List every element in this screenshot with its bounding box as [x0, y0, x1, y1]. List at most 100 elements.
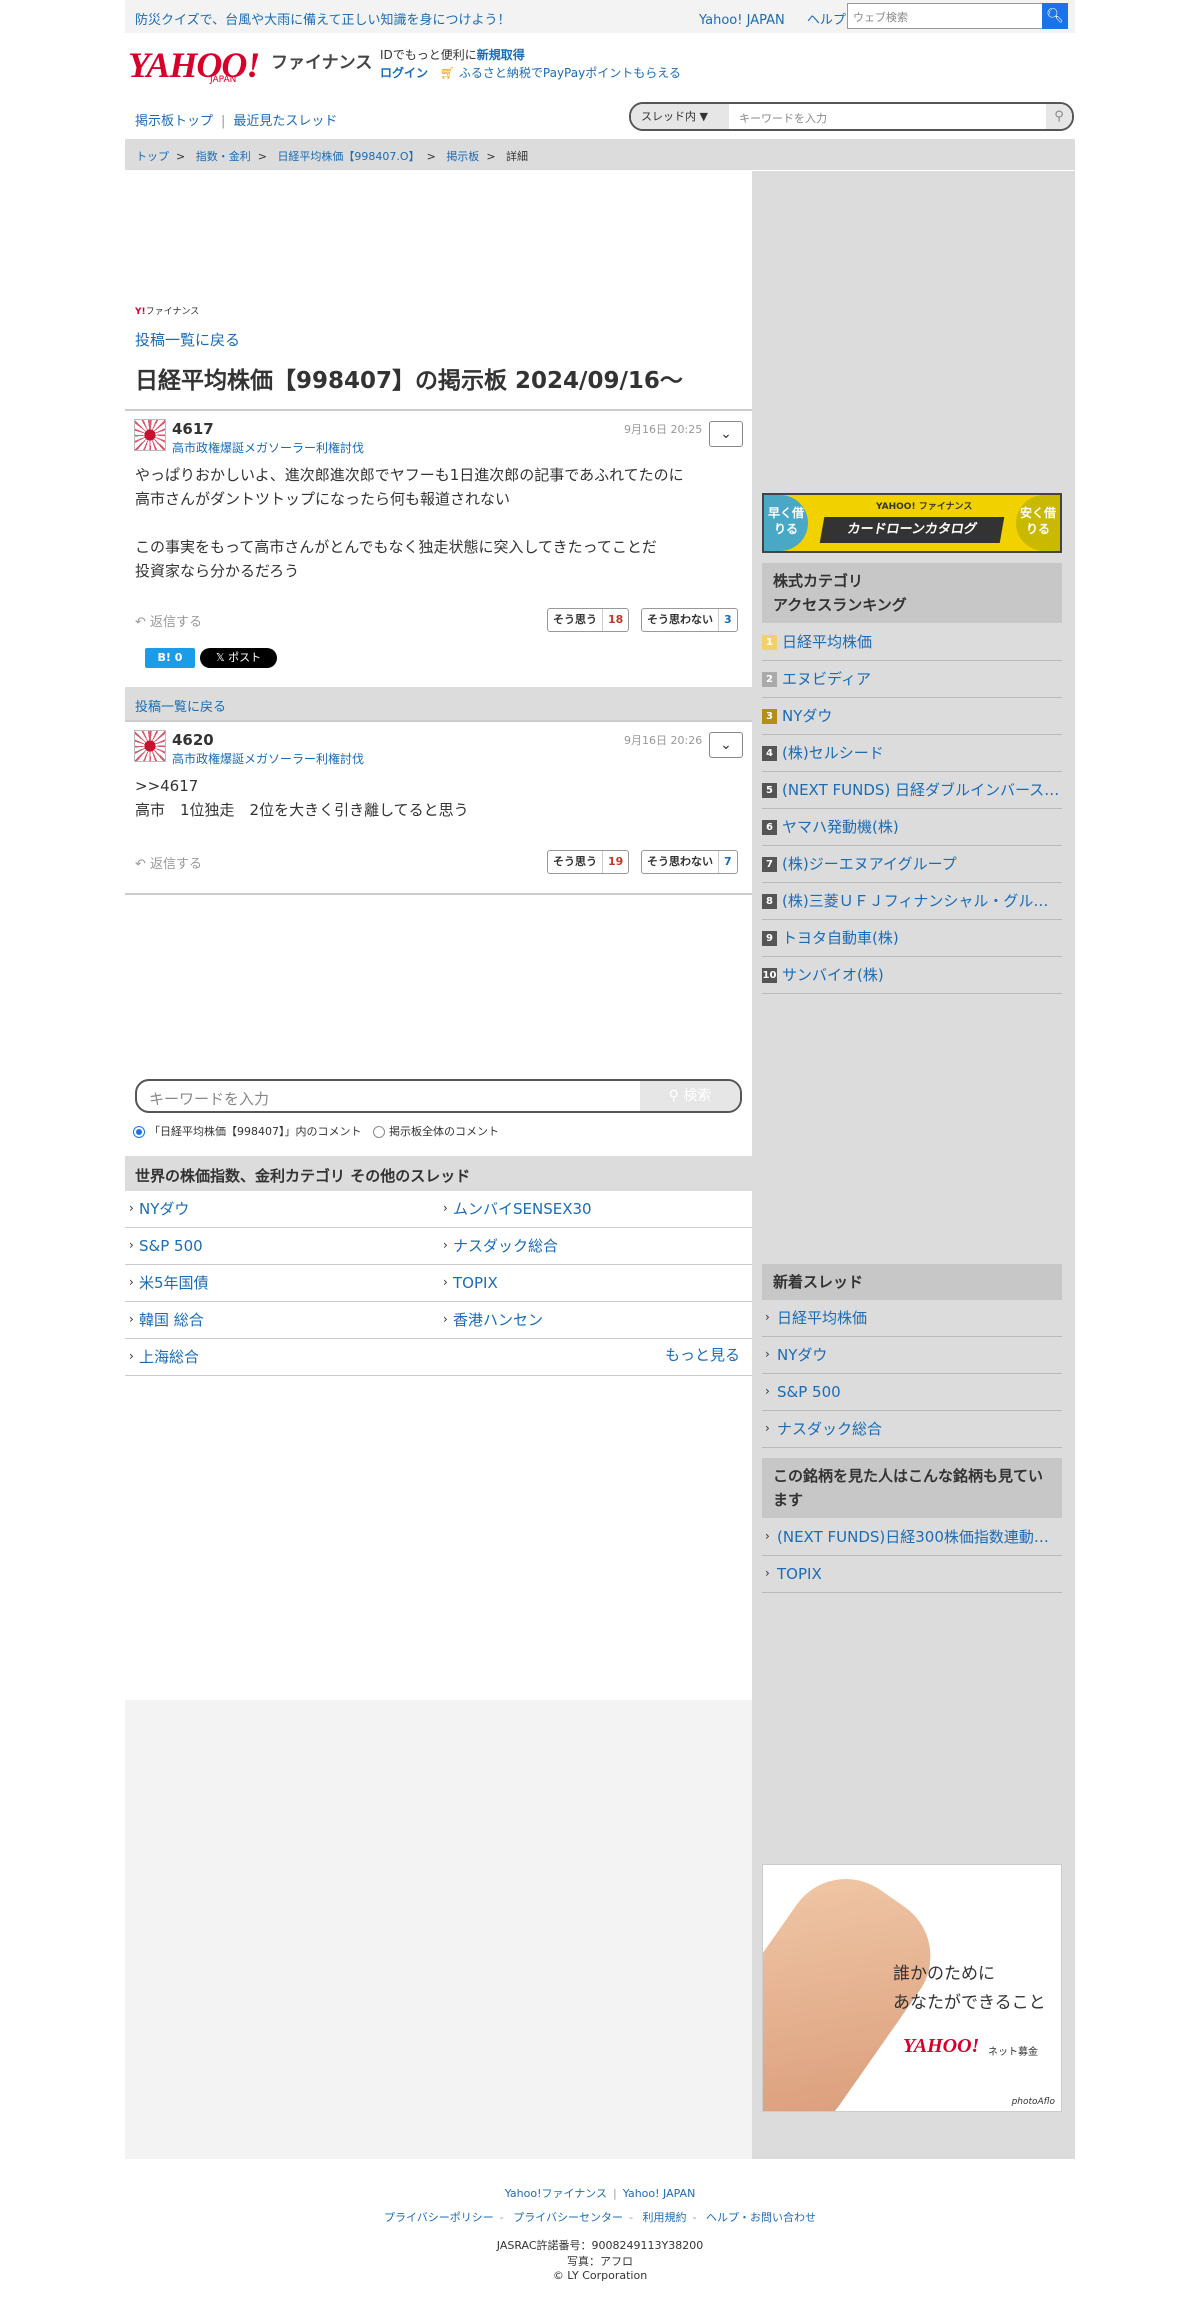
- finance-title[interactable]: ファイナンス: [271, 48, 372, 73]
- reply-button[interactable]: ↶ 返信する: [135, 611, 202, 630]
- footer-photo: 写真：アフロ: [567, 2255, 633, 2268]
- new-thread-link[interactable]: S&P 500: [762, 1374, 1062, 1411]
- reply-label: 返信する: [150, 615, 203, 630]
- breadcrumb-board[interactable]: 掲示板: [446, 150, 479, 163]
- chevron-down-icon: ▼: [699, 110, 708, 123]
- post-user[interactable]: 高市政権爆誕メガソーラー利権討伐: [172, 750, 364, 767]
- rank-number: 10: [762, 968, 777, 983]
- other-thread-link[interactable]: 香港ハンセン: [439, 1301, 752, 1339]
- disagree-count: 3: [718, 609, 737, 631]
- ranking-item[interactable]: 5 (NEXT FUNDS) 日経ダブルインバース上場投信: [762, 772, 1062, 809]
- post-number[interactable]: 4620: [172, 731, 214, 749]
- search-scope-select[interactable]: スレッド内 ▼: [631, 104, 729, 129]
- breadcrumb-nikkei[interactable]: 日経平均株価【998407.O】: [277, 150, 419, 163]
- cardloan-banner[interactable]: 早く借りる YAHOO! ファイナンス カードローンカタログ 安く借りる: [762, 493, 1062, 553]
- ranking-item[interactable]: 7 (株)ジーエヌアイグループ: [762, 846, 1062, 883]
- new-thread-link[interactable]: 日経平均株価: [762, 1300, 1062, 1337]
- other-thread-link[interactable]: NYダウ: [125, 1190, 439, 1228]
- rank-label: トヨタ自動車(株): [782, 929, 899, 947]
- also-viewed-header: この銘柄を見た人はこんな銘柄も見ています: [762, 1458, 1062, 1518]
- rank-label: サンバイオ(株): [782, 966, 884, 984]
- ranking-item[interactable]: 1 日経平均株価: [762, 624, 1062, 661]
- furusato-link[interactable]: ふるさと納税でPayPayポイントもらえる: [459, 66, 681, 80]
- avatar[interactable]: [134, 419, 166, 451]
- board-search-input[interactable]: キーワードを入力: [739, 110, 827, 126]
- agree-button[interactable]: そう思う 19: [547, 850, 630, 874]
- footer-terms-link[interactable]: 利用規約: [643, 2211, 687, 2224]
- other-thread-link[interactable]: 米5年国債: [125, 1264, 439, 1302]
- new-thread-link[interactable]: ナスダック総合: [762, 1411, 1062, 1448]
- footer-policy-links: プライバシーポリシー - プライバシーセンター - 利用規約 - ヘルプ・お問い合わせ: [383, 2211, 816, 2224]
- post-user[interactable]: 高市政権爆誕メガソーラー利権討伐: [172, 439, 364, 456]
- donation-banner[interactable]: 誰かのために あなたができること YAHOO! ネット募金 photoAflo: [762, 1864, 1062, 2112]
- x-post-button[interactable]: 𝕏 ポスト: [200, 648, 277, 668]
- other-thread-link[interactable]: TOPIX: [439, 1264, 752, 1302]
- logo-text: YAHOO!: [128, 45, 260, 85]
- banner-yahoo-logo: YAHOO!: [903, 2035, 980, 2057]
- recent-threads-link[interactable]: 最近見たスレッド: [233, 114, 337, 129]
- logo-sub: JAPAN: [210, 75, 237, 85]
- keyword-search-input[interactable]: キーワードを入力: [149, 1088, 269, 1109]
- board-search: スレッド内 ▼ キーワードを入力 ⚲: [629, 102, 1074, 131]
- ranking-item[interactable]: 3 NYダウ: [762, 698, 1062, 735]
- search-icon[interactable]: ⚲: [1046, 104, 1072, 129]
- signup-link[interactable]: 新規取得: [477, 48, 525, 62]
- new-thread-link[interactable]: NYダウ: [762, 1337, 1062, 1374]
- rank-number: 4: [762, 746, 777, 761]
- other-thread-link[interactable]: ムンバイSENSEX30: [439, 1190, 752, 1228]
- also-viewed-link[interactable]: TOPIX: [762, 1556, 1062, 1593]
- also-viewed-link[interactable]: (NEXT FUNDS)日経300株価指数連動型上場投信: [762, 1519, 1062, 1556]
- post-date: 9月16日 20:26: [624, 734, 703, 747]
- agree-count: 19: [602, 851, 628, 873]
- other-thread-link[interactable]: 韓国 総合: [125, 1301, 439, 1339]
- ranking-item[interactable]: 4 (株)セルシード: [762, 735, 1062, 772]
- footer-privacy-link[interactable]: プライバシーポリシー: [384, 2211, 494, 2224]
- chevron-down-icon[interactable]: ⌄: [709, 732, 743, 758]
- footer-yfin-link[interactable]: Yahoo!ファイナンス: [505, 2187, 607, 2200]
- breadcrumb-top[interactable]: トップ: [136, 150, 169, 163]
- disagree-button[interactable]: そう思わない 7: [641, 850, 738, 874]
- board-top-link[interactable]: 掲示板トップ: [135, 114, 213, 129]
- footer-copyright: © LY Corporation: [552, 2269, 648, 2282]
- search-button-label: 検索: [683, 1088, 712, 1104]
- cardloan-title: カードローンカタログ: [819, 517, 1005, 543]
- other-thread-link[interactable]: 上海総合: [125, 1338, 752, 1376]
- ranking-item[interactable]: 9 トヨタ自動車(株): [762, 920, 1062, 957]
- agree-label: そう思う: [553, 855, 597, 868]
- radio-thread[interactable]: [133, 1126, 145, 1138]
- agree-label: そう思う: [553, 613, 597, 626]
- ranking-item[interactable]: 10 サンバイオ(株): [762, 957, 1062, 994]
- ranking-item[interactable]: 6 ヤマハ発動機(株): [762, 809, 1062, 846]
- brand-small: ファイナンス: [145, 307, 200, 317]
- footer-yj-link[interactable]: Yahoo! JAPAN: [623, 2187, 696, 2200]
- radio-all[interactable]: [373, 1126, 385, 1138]
- yahoo-logo[interactable]: YAHOO! JAPAN: [128, 44, 268, 85]
- post-number[interactable]: 4617: [172, 420, 214, 438]
- ad-area: [125, 1700, 752, 2159]
- login-row: ログイン 🛒︎ ふるさと納税でPayPayポイントもらえる: [380, 64, 681, 81]
- other-thread-link[interactable]: S&P 500: [125, 1227, 439, 1265]
- reply-button[interactable]: ↶ 返信する: [135, 853, 202, 872]
- keyword-search-button[interactable]: ⚲ 検索: [640, 1081, 740, 1111]
- header: YAHOO! JAPAN ファイナンス IDでもっと便利に新規取得 ログイン 🛒…: [125, 0, 1075, 140]
- hatena-bookmark-button[interactable]: B! 0: [145, 648, 195, 668]
- radio-all-label: 掲示板全体のコメント: [389, 1125, 499, 1138]
- other-thread-link[interactable]: ナスダック総合: [439, 1227, 752, 1265]
- ranking-item[interactable]: 8 (株)三菱ＵＦＪフィナンシャル・グループ: [762, 883, 1062, 920]
- footer-jasrac: JASRAC許諾番号：9008249113Y38200: [496, 2239, 704, 2252]
- banner-photo-credit: photoAflo: [1011, 2097, 1055, 2107]
- reply-icon: ↶: [135, 615, 146, 630]
- ranking-item[interactable]: 2 エヌビディア: [762, 661, 1062, 698]
- disagree-button[interactable]: そう思わない 3: [641, 608, 738, 632]
- back-to-list-bar[interactable]: 投稿一覧に戻る: [125, 687, 752, 720]
- avatar[interactable]: [134, 730, 166, 762]
- more-link[interactable]: もっと見る: [665, 1344, 740, 1365]
- footer-help-link[interactable]: ヘルプ・お問い合わせ: [706, 2211, 816, 2224]
- breadcrumb-index[interactable]: 指数・金利: [196, 150, 251, 163]
- footer-privacy-center-link[interactable]: プライバシーセンター: [513, 2211, 623, 2224]
- chevron-down-icon[interactable]: ⌄: [709, 421, 743, 447]
- post-body: やっぱりおかしいよ、進次郎進次郎でヤフーも1日進次郎の記事であふれてたのに 高市…: [135, 466, 684, 580]
- agree-button[interactable]: そう思う 18: [547, 608, 630, 632]
- login-link[interactable]: ログイン: [380, 66, 428, 80]
- back-to-list-link[interactable]: 投稿一覧に戻る: [135, 329, 240, 350]
